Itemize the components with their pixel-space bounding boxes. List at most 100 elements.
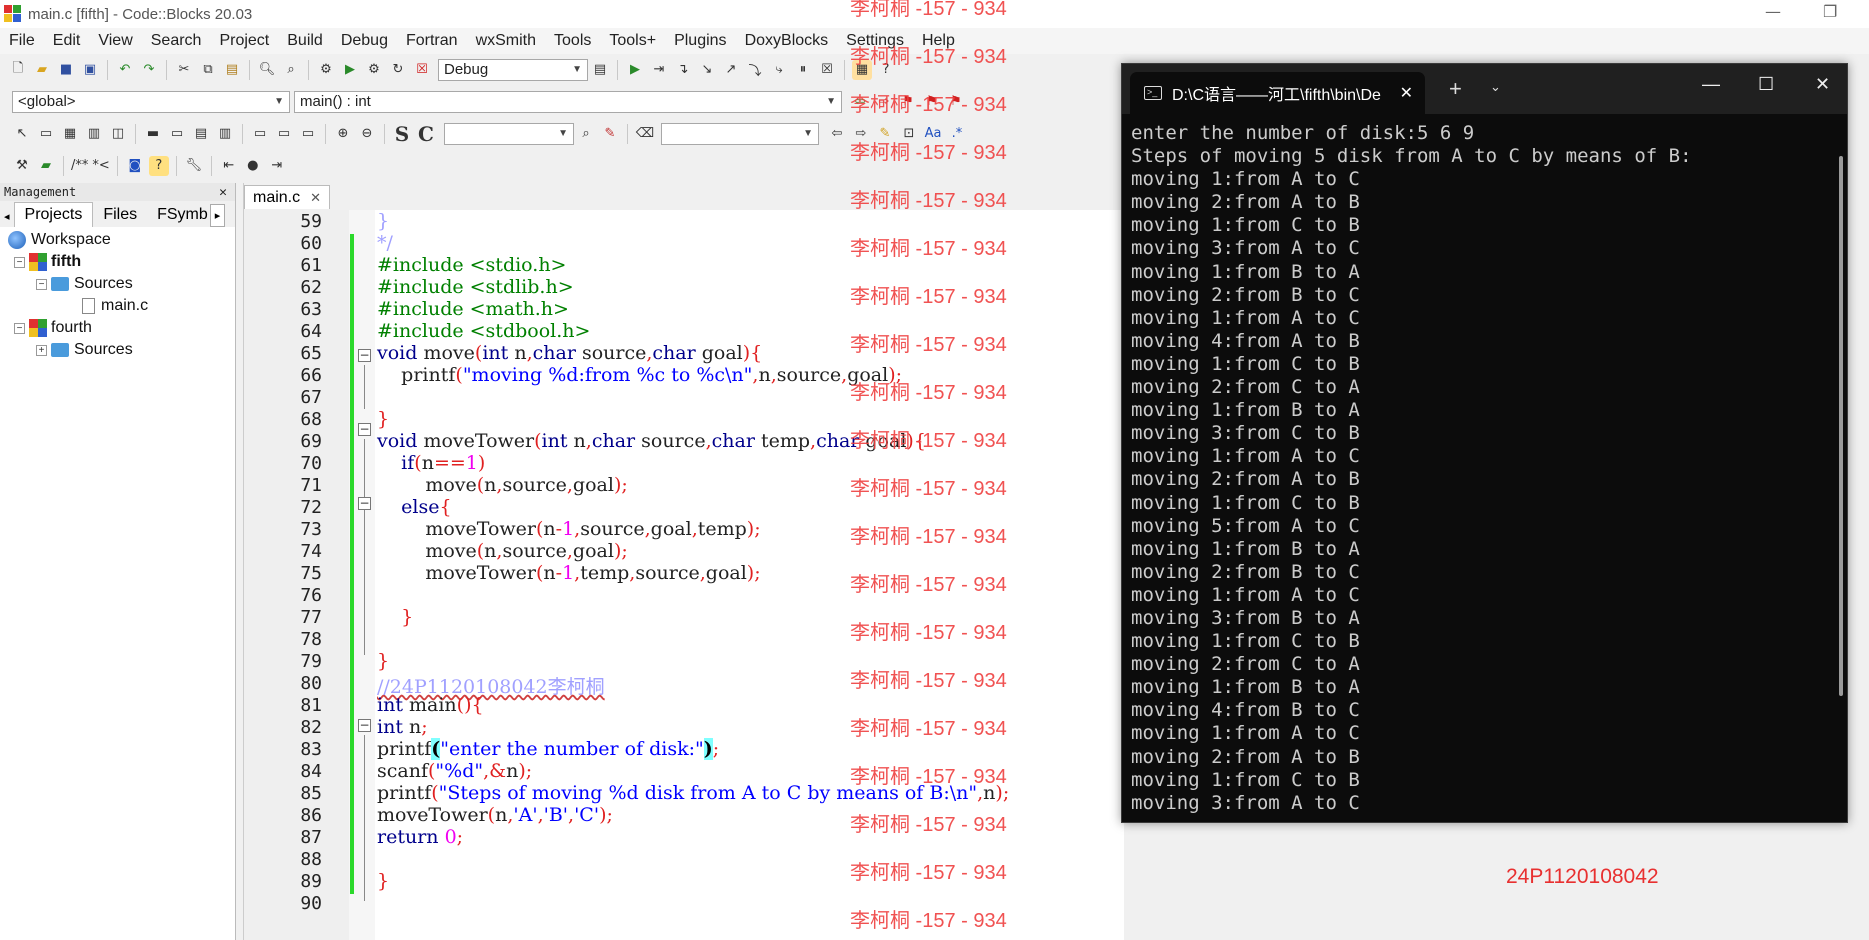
menu-debug[interactable]: Debug <box>332 32 397 50</box>
menu-wxsmith[interactable]: wxSmith <box>467 32 545 50</box>
close-icon[interactable]: ✕ <box>1400 83 1413 103</box>
run-to-cursor-icon[interactable]: ⇥ <box>649 60 669 80</box>
select-target-icon[interactable]: ▤ <box>590 60 610 80</box>
chm-help-icon[interactable]: ? <box>148 155 169 176</box>
pointer-icon[interactable]: ↖ <box>12 124 32 144</box>
search-prev-icon[interactable]: ⇦ <box>827 124 847 144</box>
find-icon[interactable]: 🔍︎ <box>257 60 277 80</box>
cut-icon[interactable]: ✂ <box>174 60 194 80</box>
html-docs-icon[interactable]: ◙ <box>125 156 145 176</box>
build-target-select[interactable]: Debug ▼ <box>438 58 588 81</box>
incremental-search-combo[interactable]: ▼ <box>661 122 819 145</box>
tab-main-c[interactable]: main.c ✕ <box>244 185 331 209</box>
new-tab-icon[interactable]: + <box>1449 76 1462 102</box>
box-sizer-icon[interactable]: ▥ <box>84 124 104 144</box>
grid-icon[interactable]: ▦ <box>60 124 80 144</box>
expand-icon[interactable]: + <box>36 344 47 356</box>
line-comment-icon[interactable]: *< <box>92 156 109 176</box>
choice-widget-icon[interactable]: ▭ <box>298 124 318 144</box>
menu-build[interactable]: Build <box>278 32 332 50</box>
button-widget-icon[interactable]: ▭ <box>250 124 270 144</box>
fold-toggle-icon[interactable]: − <box>358 719 371 732</box>
scope-select[interactable]: <global> ▼ <box>12 90 290 113</box>
prev-bookmark-icon[interactable]: ⇤ <box>219 156 239 176</box>
panel-splitter[interactable] <box>236 183 244 940</box>
symbol-select[interactable]: main() : int ▼ <box>294 90 842 113</box>
zoom-out-icon[interactable]: ⊖ <box>357 124 377 144</box>
minimize-icon[interactable]: — <box>1765 2 1781 21</box>
sizer-a-icon[interactable]: ▬ <box>143 124 163 144</box>
terminal-tab[interactable]: >_ D:\C语言——河工\fifth\bin\De ✕ <box>1130 72 1425 114</box>
sizer-b-icon[interactable]: ▭ <box>167 124 187 144</box>
c-letter-icon[interactable]: C <box>416 122 436 146</box>
step-into-instruction-icon[interactable]: ⤷ <box>769 60 789 80</box>
save-all-icon[interactable]: ▣ <box>80 60 100 80</box>
menu-tools-plus[interactable]: Tools+ <box>600 32 665 50</box>
collapse-icon[interactable]: − <box>14 322 25 334</box>
step-into-icon[interactable]: ↘ <box>697 60 717 80</box>
build-run-icon[interactable]: ⚙ <box>364 60 384 80</box>
run-icon[interactable]: ▶ <box>340 60 360 80</box>
terminal-output[interactable]: enter the number of disk:5 6 9 Steps of m… <box>1131 122 1831 817</box>
tree-project-fourth[interactable]: − fourth <box>14 317 92 339</box>
menu-doxyblocks[interactable]: DoxyBlocks <box>736 32 838 50</box>
sizer-d-icon[interactable]: ▥ <box>215 124 235 144</box>
next-line-icon[interactable]: ↴ <box>673 60 693 80</box>
tree-sources-fifth[interactable]: − Sources <box>36 273 133 295</box>
close-icon[interactable]: ✕ <box>219 185 227 200</box>
menu-tools[interactable]: Tools <box>545 32 600 50</box>
menu-search[interactable]: Search <box>142 32 211 50</box>
split-icon[interactable]: ◫ <box>108 124 128 144</box>
tree-project-fifth[interactable]: − fifth <box>14 251 81 273</box>
new-file-icon[interactable]: 🗋 <box>8 60 28 80</box>
collapse-icon[interactable]: − <box>14 256 25 268</box>
tab-projects[interactable]: Projects <box>13 202 94 227</box>
replace-icon[interactable]: ⌕ <box>281 60 301 80</box>
s-letter-icon[interactable]: S <box>392 122 412 146</box>
search-combo[interactable]: ▼ <box>444 122 574 145</box>
extract-docs-icon[interactable]: ▰ <box>36 156 56 176</box>
restore-icon[interactable]: ❐ <box>1823 2 1837 21</box>
menu-view[interactable]: View <box>89 32 141 50</box>
fold-toggle-icon[interactable]: − <box>358 349 371 362</box>
rebuild-icon[interactable]: ↻ <box>388 60 408 80</box>
paste-icon[interactable]: ▤ <box>222 60 242 80</box>
toggle-breakpoint-icon[interactable]: ● <box>243 156 263 176</box>
search-options-icon[interactable]: ✎ <box>600 124 620 144</box>
save-icon[interactable]: ■ <box>56 60 76 80</box>
collapse-icon[interactable]: − <box>36 278 47 290</box>
zoom-in-icon[interactable]: ⊕ <box>333 124 353 144</box>
tab-scroll-left-icon[interactable]: ◂ <box>0 206 14 227</box>
chevron-down-icon[interactable]: ⌄ <box>1490 80 1501 95</box>
open-folder-icon[interactable]: ▰ <box>32 60 52 80</box>
undo-icon[interactable]: ↶ <box>115 60 135 80</box>
block-comment-icon[interactable]: /** <box>71 156 88 176</box>
doxywizard-icon[interactable]: ⚒ <box>12 156 32 176</box>
clear-search-icon[interactable]: ⌫ <box>635 124 655 144</box>
menu-plugins[interactable]: Plugins <box>665 32 735 50</box>
minimize-icon[interactable]: — <box>1702 74 1720 95</box>
debug-start-icon[interactable]: ▶ <box>625 60 645 80</box>
next-instruction-icon[interactable]: ⤵ <box>745 60 765 80</box>
menu-edit[interactable]: Edit <box>44 32 90 50</box>
tab-files[interactable]: Files <box>93 203 147 227</box>
build-gear-icon[interactable]: ⚙ <box>316 60 336 80</box>
tab-scroll-right-icon[interactable]: ▸ <box>209 204 226 227</box>
menu-project[interactable]: Project <box>210 32 278 50</box>
menu-file[interactable]: File <box>0 32 44 50</box>
pause-icon[interactable]: ⏸ <box>793 60 813 80</box>
next-bookmark-icon[interactable]: ⇥ <box>267 156 287 176</box>
panel-icon[interactable]: ▭ <box>36 124 56 144</box>
close-icon[interactable]: ✕ <box>1815 74 1830 95</box>
terminal-scrollbar[interactable] <box>1839 156 1843 696</box>
tree-sources-fourth[interactable]: + Sources <box>36 339 133 361</box>
stop-debug-icon[interactable]: ☒ <box>817 60 837 80</box>
redo-icon[interactable]: ↷ <box>139 60 159 80</box>
step-out-icon[interactable]: ↗ <box>721 60 741 80</box>
tree-file-main-c[interactable]: main.c <box>82 295 148 317</box>
menu-fortran[interactable]: Fortran <box>397 32 467 50</box>
copy-icon[interactable]: ⧉ <box>198 60 218 80</box>
close-icon[interactable]: ✕ <box>310 190 321 206</box>
search-go-icon[interactable]: ⌕ <box>576 124 596 144</box>
abort-icon[interactable]: ☒ <box>412 60 432 80</box>
